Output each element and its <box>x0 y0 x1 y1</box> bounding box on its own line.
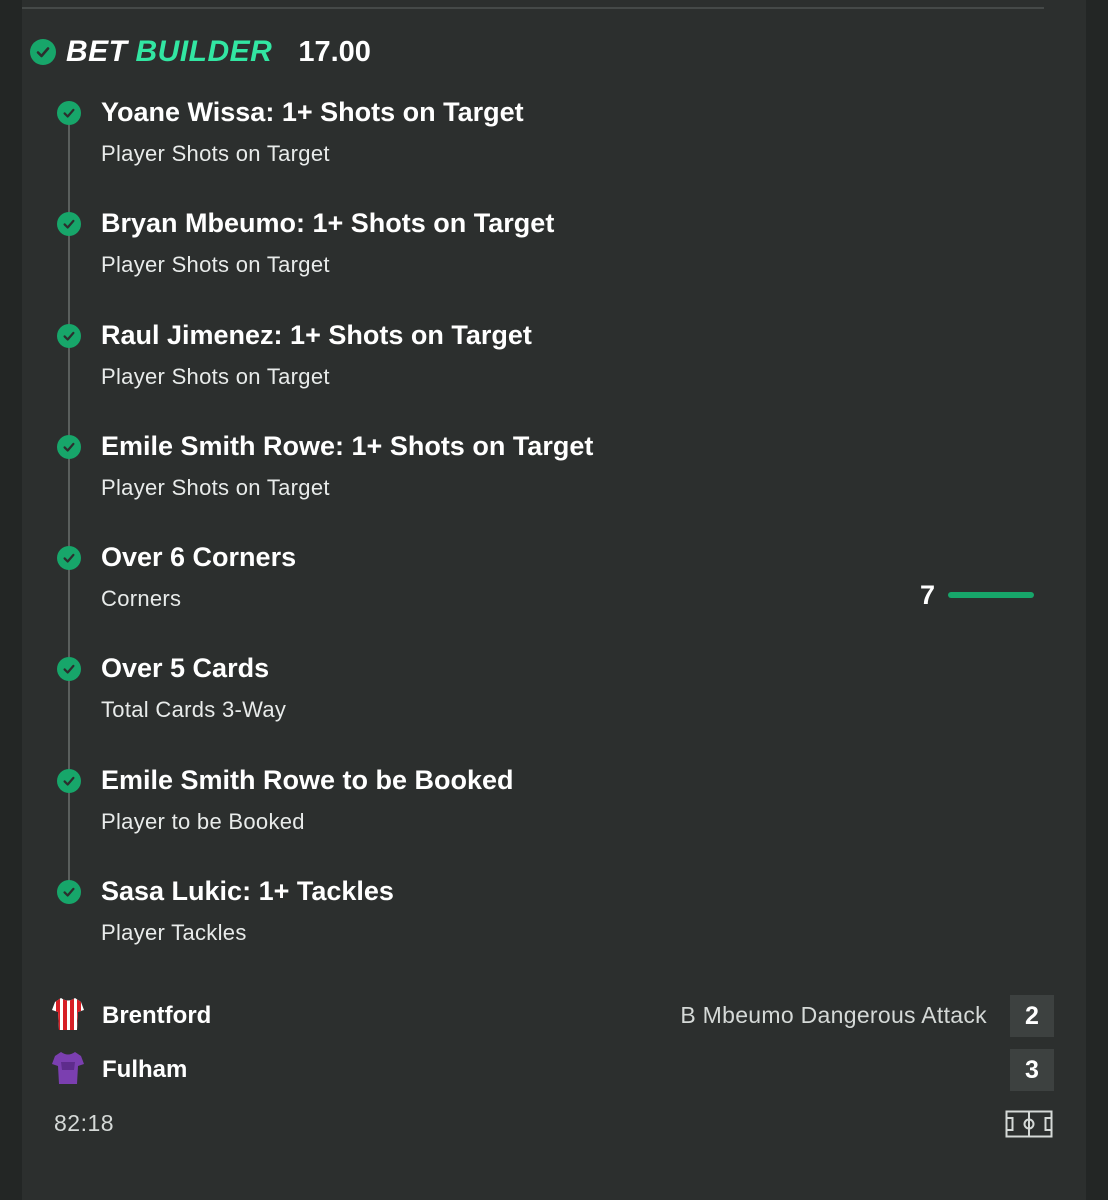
leg-market: Corners <box>101 586 182 611</box>
away-team: Fulham <box>52 1050 187 1090</box>
bet-leg: Bryan Mbeumo: 1+ Shots on Target Player … <box>0 208 1064 308</box>
leg-title: Emile Smith Rowe to be Booked <box>101 765 514 795</box>
check-icon <box>57 769 81 793</box>
check-icon <box>57 324 81 348</box>
check-icon <box>57 435 81 459</box>
bet-leg: Emile Smith Rowe to be Booked Player to … <box>0 765 1064 865</box>
leg-title: Raul Jimenez: 1+ Shots on Target <box>101 320 532 350</box>
leg-market: Player Shots on Target <box>101 475 330 500</box>
bet-builder-header: BET BUILDER 17.00 <box>30 30 371 74</box>
leg-title: Emile Smith Rowe: 1+ Shots on Target <box>101 431 594 461</box>
match-clock: 82:18 <box>54 1110 115 1136</box>
leg-market: Player Shots on Target <box>101 141 330 166</box>
divider <box>22 7 1044 9</box>
check-icon <box>30 39 56 65</box>
striped-shirt-icon <box>52 996 84 1037</box>
away-score: 3 <box>1010 1049 1054 1091</box>
leg-title: Sasa Lukic: 1+ Tackles <box>101 876 394 906</box>
leg-title: Over 6 Corners <box>101 542 297 572</box>
leg-market: Player Shots on Target <box>101 364 330 389</box>
total-odds: 17.00 <box>298 35 371 68</box>
leg-title: Yoane Wissa: 1+ Shots on Target <box>101 97 524 127</box>
pitch-icon[interactable] <box>1005 1110 1053 1143</box>
leg-market: Player Shots on Target <box>101 252 330 277</box>
bet-leg: Emile Smith Rowe: 1+ Shots on Target Pla… <box>0 431 1064 531</box>
check-icon <box>57 212 81 236</box>
bet-builder-label-bet: BET <box>66 35 128 68</box>
bet-leg: Sasa Lukic: 1+ Tackles Player Tackles <box>0 876 1064 976</box>
bet-leg: Over 5 Cards Total Cards 3-Way <box>0 653 1064 753</box>
bet-leg: Yoane Wissa: 1+ Shots on Target Player S… <box>0 97 1064 197</box>
bet-leg: Raul Jimenez: 1+ Shots on Target Player … <box>0 320 1064 420</box>
home-score: 2 <box>1010 995 1054 1037</box>
away-team-name: Fulham <box>102 1056 188 1083</box>
check-icon <box>57 546 81 570</box>
home-team: Brentford <box>52 996 211 1036</box>
leg-market: Total Cards 3-Way <box>101 697 287 722</box>
home-team-name: Brentford <box>102 1002 212 1029</box>
check-icon <box>57 880 81 904</box>
bet-leg: Over 6 Corners Corners <box>0 542 1064 642</box>
leg-market: Player to be Booked <box>101 809 305 834</box>
leg-market: Player Tackles <box>101 920 247 945</box>
leg-title: Over 5 Cards <box>101 653 270 683</box>
corners-count: 7 <box>920 580 936 610</box>
live-event-text: B Mbeumo Dangerous Attack <box>680 1002 987 1028</box>
corners-progress-bar <box>948 592 1034 598</box>
bet-builder-label-builder: BUILDER <box>135 35 273 68</box>
check-icon <box>57 657 81 681</box>
check-icon <box>57 101 81 125</box>
leg-title: Bryan Mbeumo: 1+ Shots on Target <box>101 208 555 238</box>
purple-shirt-icon <box>52 1050 84 1091</box>
